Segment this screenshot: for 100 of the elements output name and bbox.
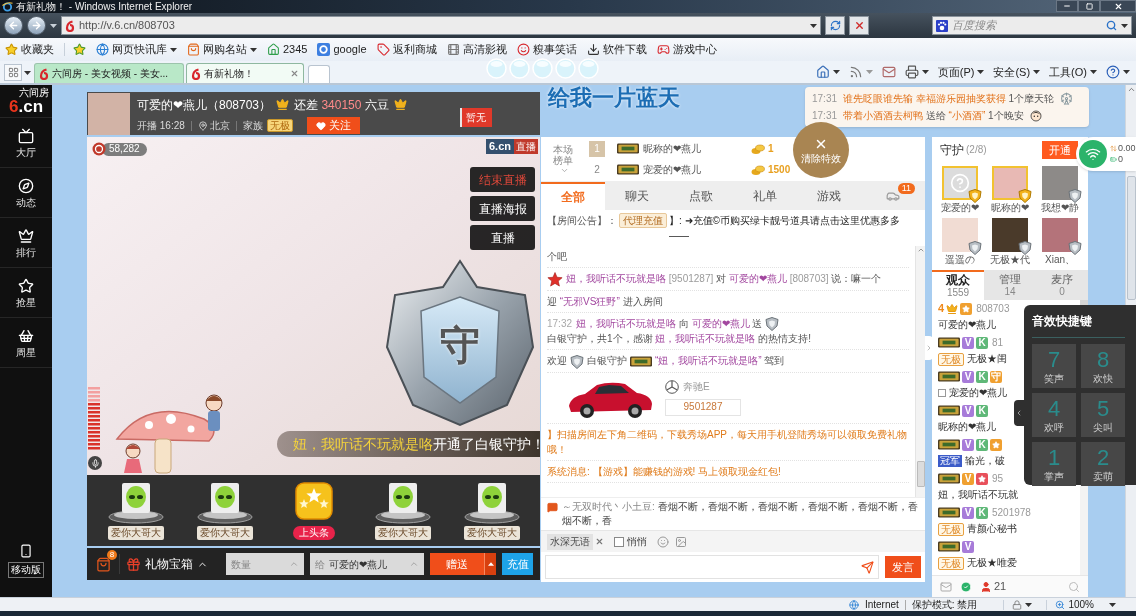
chat-message-text: 迎 “无邪VS狂野” 进入房间 xyxy=(547,295,663,307)
shopping-bag-icon xyxy=(187,43,200,56)
guard-title: 守护 xyxy=(940,144,964,156)
mobile-version-button[interactable]: 移动版 xyxy=(0,543,52,578)
stop-button[interactable] xyxy=(849,16,869,35)
audience-tab[interactable]: 麦序 0 xyxy=(1036,270,1088,300)
favorites-link[interactable]: 糗事笑话 xyxy=(516,41,577,58)
image-button[interactable] xyxy=(675,535,687,548)
command-menu[interactable]: 页面(P) xyxy=(937,63,985,81)
zoom-button[interactable]: 100% xyxy=(1046,599,1116,610)
chat-message-text: “妞，我听话不玩就是咯” 驾到 xyxy=(655,355,785,367)
star-icon xyxy=(73,43,86,56)
family-badge: 无极 xyxy=(266,119,293,132)
sound-key[interactable]: 1 掌声 xyxy=(1032,442,1076,486)
favorites-link[interactable]: 网页快讯库 xyxy=(96,41,177,58)
user-name: 妞，我听话不玩就 xyxy=(938,490,1018,500)
download-icon xyxy=(586,43,600,56)
favorites-link[interactable]: 返利商城 xyxy=(376,41,437,58)
follow-button[interactable]: 关注 xyxy=(306,117,360,134)
sound-key[interactable]: 4 欢呼 xyxy=(1032,393,1076,437)
send-options-button[interactable] xyxy=(484,553,496,575)
restore-button[interactable] xyxy=(1078,0,1100,12)
browser-tab[interactable]: 有新礼物！ xyxy=(186,63,304,83)
feeds-button[interactable] xyxy=(848,65,873,79)
stream-control-button[interactable]: 直播海报 xyxy=(470,196,535,221)
scroll-up-icon xyxy=(1126,85,1136,94)
square-icon xyxy=(938,389,946,397)
guard-name: 昵称的❤ xyxy=(991,203,1029,213)
audience-tab[interactable]: 管理 14 xyxy=(984,270,1036,300)
forward-button[interactable] xyxy=(27,16,46,35)
favorites-link[interactable]: 2345 xyxy=(267,41,308,58)
site-logo-text: 6.cn xyxy=(486,139,514,154)
emoji-button[interactable] xyxy=(657,535,669,548)
sound-key[interactable]: 8 欢快 xyxy=(1081,344,1125,388)
refresh-button[interactable] xyxy=(825,16,845,35)
chat-tab[interactable]: 聊天 xyxy=(605,182,669,210)
checkbox[interactable] xyxy=(614,536,624,547)
scrollbar[interactable] xyxy=(915,246,925,497)
coin-amount: 1500 xyxy=(768,164,791,175)
gift-button[interactable]: 爱你大哥大 xyxy=(358,481,447,540)
scrollbar-thumb[interactable] xyxy=(1126,176,1136,300)
browser-tab[interactable]: 六间房 - 美女视频 - 美女... xyxy=(34,63,184,83)
collapse-handle[interactable] xyxy=(925,336,933,360)
stream-control-button[interactable]: 结束直播 xyxy=(470,167,535,192)
notice-tag[interactable]: 代理充值 xyxy=(619,213,667,228)
mail-icon xyxy=(881,65,896,79)
gift-button[interactable]: 上头条 xyxy=(269,481,358,540)
send-gift-button[interactable]: 赠送 xyxy=(430,553,484,575)
command-menu[interactable]: 安全(S) xyxy=(993,63,1041,81)
chat-tab[interactable]: 礼单 xyxy=(733,182,797,210)
notice-text: 】: ➜充值©币购买绿卡靓号道具请点击这里优惠多多—— xyxy=(669,214,901,243)
privilege-tag: V xyxy=(962,472,974,485)
stream-control-button[interactable]: 直播 xyxy=(470,225,535,250)
chat-tab[interactable]: 游戏 xyxy=(797,182,861,210)
caret-icon xyxy=(170,47,177,52)
message-input[interactable] xyxy=(545,555,879,579)
favorites-link[interactable]: 游戏中心 xyxy=(656,41,717,58)
address-field[interactable]: http://v.6.cn/808703 xyxy=(61,16,821,35)
scrollbar-thumb[interactable] xyxy=(916,461,925,487)
help-button[interactable] xyxy=(1106,65,1130,79)
family-tag: 无极 xyxy=(938,522,964,536)
favorites-link[interactable]: google xyxy=(317,41,367,58)
user-name: 昵称的❤燕儿 xyxy=(938,422,996,432)
treasure-box-button[interactable]: 礼物宝箱 xyxy=(126,555,208,573)
favorites-link[interactable]: 高清影视 xyxy=(446,41,507,58)
close-button[interactable] xyxy=(1100,0,1136,12)
recipient-select[interactable]: 给 可爱的❤燕儿 xyxy=(310,553,424,575)
panel-title: 音效快捷键 xyxy=(1032,315,1093,327)
logo-caption: 六间房 xyxy=(19,87,49,98)
collapse-handle[interactable] xyxy=(1014,400,1024,426)
add-favorite-button[interactable] xyxy=(64,43,86,56)
minimize-button[interactable] xyxy=(1056,0,1078,12)
printer-icon xyxy=(904,65,919,79)
caret-icon xyxy=(1109,602,1116,607)
sound-key[interactable]: 5 尖叫 xyxy=(1081,393,1125,437)
favorites-link[interactable]: 收藏夹 xyxy=(5,41,54,58)
chat-tab[interactable]: 点歌 xyxy=(669,182,733,210)
favorites-link[interactable]: 软件下载 xyxy=(586,41,647,58)
print-button[interactable] xyxy=(904,65,929,79)
privilege-tag: 守 xyxy=(990,370,1002,383)
send-button[interactable]: 发言 xyxy=(885,556,921,578)
remove-recipient-button[interactable] xyxy=(595,537,604,546)
command-menu[interactable]: 工具(O) xyxy=(1049,63,1097,81)
home-button[interactable] xyxy=(815,65,840,79)
basket-icon xyxy=(18,327,34,344)
star-icon xyxy=(5,43,18,56)
gift-button[interactable]: 爱你大哥大 xyxy=(180,481,269,540)
privilege-tag: V xyxy=(962,540,974,553)
count-badge: 8 xyxy=(107,550,117,560)
mail-button[interactable] xyxy=(881,65,896,79)
gift-button[interactable]: 爱你大哥大 xyxy=(447,481,536,540)
favorites-link[interactable]: 网购名站 xyxy=(187,41,257,58)
caret-icon xyxy=(23,70,31,75)
gift-button[interactable]: 爱你大哥大 xyxy=(91,481,180,540)
rss-icon xyxy=(848,65,863,79)
sound-key[interactable]: 7 笑声 xyxy=(1032,344,1076,388)
back-button[interactable] xyxy=(4,16,23,35)
sound-key[interactable]: 2 卖萌 xyxy=(1081,442,1125,486)
globe-icon xyxy=(96,43,109,56)
count-badge: 11 xyxy=(897,183,915,194)
